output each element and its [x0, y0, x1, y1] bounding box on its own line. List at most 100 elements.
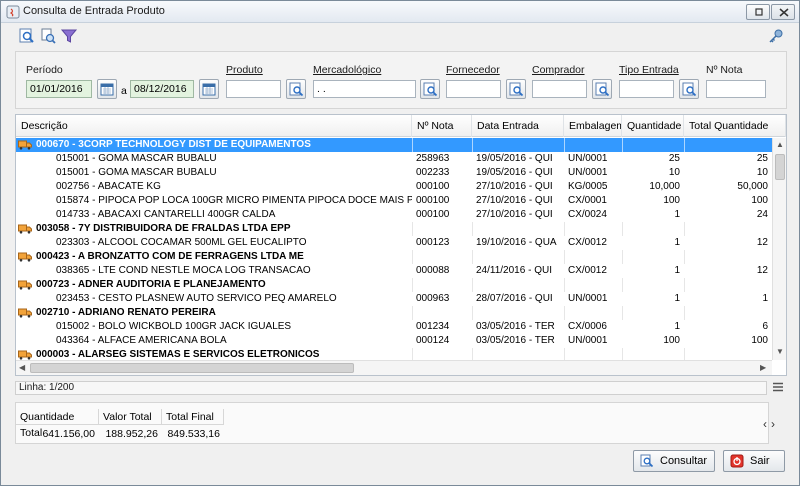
cell-nota: 002233: [416, 167, 450, 178]
horizontal-scroll-thumb[interactable]: [30, 363, 354, 373]
periodo-label: Período: [26, 64, 63, 76]
group-row[interactable]: 000670 - 3CORP TECHNOLOGY DIST DE EQUIPA…: [16, 138, 772, 152]
cell-total: 100: [751, 335, 768, 346]
comprador-label[interactable]: Comprador: [532, 64, 585, 76]
date-to-picker-button[interactable]: [199, 79, 219, 99]
chevron-left-icon[interactable]: ‹: [763, 417, 771, 431]
fornecedor-field[interactable]: [446, 80, 501, 98]
group-row-title: 000723 - ADNER AUDITORIA E PLANEJAMENTO: [36, 279, 266, 290]
produto-label[interactable]: Produto: [226, 64, 263, 76]
column-header-descricao[interactable]: Descrição: [16, 115, 412, 137]
column-header-total-quantidade[interactable]: Total Quantidade: [684, 115, 786, 137]
mercadologico-label[interactable]: Mercadológico: [313, 64, 381, 76]
column-header-quantidade[interactable]: Quantidade: [622, 115, 684, 137]
table-row[interactable]: 015002 - BOLO WICKBOLD 100GR JACK IGUALE…: [16, 320, 772, 334]
cell-emb: KG/0005: [568, 181, 608, 192]
hamburger-menu-icon[interactable]: [772, 382, 784, 392]
column-header-data-entrada[interactable]: Data Entrada: [472, 115, 564, 137]
scroll-left-icon[interactable]: ◀: [19, 363, 25, 372]
fornecedor-search-button[interactable]: [506, 79, 526, 99]
filter-icon[interactable]: [60, 27, 78, 45]
column-separator: [472, 222, 473, 236]
table-row[interactable]: 015001 - GOMA MASCAR BUBALU 002233 19/05/2…: [16, 166, 772, 180]
comprador-field[interactable]: [532, 80, 587, 98]
group-row[interactable]: 003058 - 7Y DISTRIBUIDORA DE FRALDAS LTD…: [16, 222, 772, 236]
cell-emb: CX/0024: [568, 209, 607, 220]
tipo-entrada-field[interactable]: [619, 80, 674, 98]
totals-nav[interactable]: ‹›: [763, 417, 779, 431]
table-row[interactable]: 038365 - LTE COND NESTLE MOCA LOG TRANSA…: [16, 264, 772, 278]
tipo-entrada-label[interactable]: Tipo Entrada: [619, 64, 679, 76]
table-row[interactable]: 043364 - ALFACE AMERICANA BOLA 000124 03/0…: [16, 334, 772, 348]
produto-search-button[interactable]: [286, 79, 306, 99]
table-row[interactable]: 002756 - ABACATE KG 000100 27/10/2016 - QU…: [16, 180, 772, 194]
cell-data: 27/10/2016 - QUI: [476, 195, 553, 206]
total-valor-label: Valor Total: [99, 409, 162, 425]
fornecedor-label[interactable]: Fornecedor: [446, 64, 500, 76]
column-header-embalagem[interactable]: Embalagem: [564, 115, 622, 137]
tipo-entrada-search-button[interactable]: [679, 79, 699, 99]
horizontal-scrollbar[interactable]: ◀ ▶: [16, 360, 772, 375]
main-window: Consulta de Entrada Produto Período 01/0…: [0, 0, 800, 486]
cell-qtd: 10: [668, 167, 680, 178]
date-separator: a: [121, 85, 127, 97]
comprador-search-button[interactable]: [592, 79, 612, 99]
cell-data: 27/10/2016 - QUI: [476, 181, 553, 192]
vertical-scrollbar[interactable]: ▲ ▼: [772, 138, 786, 360]
cell-qtd: 100: [663, 335, 680, 346]
group-row[interactable]: 000723 - ADNER AUDITORIA E PLANEJAMENTO: [16, 278, 772, 292]
consultar-button[interactable]: Consultar: [633, 450, 715, 472]
column-separator: [472, 278, 473, 292]
close-button[interactable]: [771, 4, 795, 20]
column-header-nota[interactable]: Nº Nota: [412, 115, 472, 137]
table-row[interactable]: 015874 - PIPOCA POP LOCA 100GR MICRO PIM…: [16, 194, 772, 208]
cell-emb: CX/0012: [568, 237, 607, 248]
search-icon: [423, 82, 438, 97]
chevron-right-icon[interactable]: ›: [771, 417, 779, 431]
column-separator: [564, 250, 565, 264]
column-separator: [412, 306, 413, 320]
filter-panel: Período 01/01/2016 a 08/12/2016 Produto …: [15, 51, 787, 109]
search-icon: [595, 82, 610, 97]
search-report-icon[interactable]: [18, 27, 36, 45]
cell-qtd: 100: [663, 195, 680, 206]
cell-qtd: 25: [668, 153, 680, 164]
table-row[interactable]: 015001 - GOMA MASCAR BUBALU 258963 19/05/2…: [16, 152, 772, 166]
mercadologico-field[interactable]: . .: [313, 80, 416, 98]
key-icon[interactable]: [767, 27, 785, 45]
total-valor-value: 188.952,26: [105, 428, 158, 440]
vertical-scroll-thumb[interactable]: [775, 154, 785, 180]
sair-button[interactable]: Sair: [723, 450, 785, 472]
column-separator: [684, 278, 685, 292]
cell-data: 03/05/2016 - TER: [476, 321, 555, 332]
cell-desc: 015001 - GOMA MASCAR BUBALU: [56, 153, 217, 164]
scroll-right-icon[interactable]: ▶: [760, 363, 766, 372]
table-row[interactable]: 023303 - ALCOOL COCAMAR 500ML GEL EUCALI…: [16, 236, 772, 250]
cell-desc: 015001 - GOMA MASCAR BUBALU: [56, 167, 217, 178]
group-row[interactable]: 002710 - ADRIANO RENATO PEREIRA: [16, 306, 772, 320]
cell-desc: 014733 - ABACAXI CANTARELLI 400GR CALDA: [56, 209, 276, 220]
table-row[interactable]: 014733 - ABACAXI CANTARELLI 400GR CALDA 0…: [16, 208, 772, 222]
produto-field[interactable]: [226, 80, 281, 98]
group-row[interactable]: 000423 - A BRONZATTO COM DE FERRAGENS LT…: [16, 250, 772, 264]
nota-field[interactable]: [706, 80, 766, 98]
cell-qtd: 1: [674, 321, 680, 332]
date-from-field[interactable]: 01/01/2016: [26, 80, 92, 98]
cell-qtd: 1: [674, 265, 680, 276]
print-preview-icon[interactable]: [39, 27, 57, 45]
date-to-field[interactable]: 08/12/2016: [130, 80, 194, 98]
cell-desc: 023453 - CESTO PLASNEW AUTO SERVICO PEQ …: [56, 293, 337, 304]
search-icon: [640, 454, 654, 468]
restore-button[interactable]: [746, 4, 770, 20]
cell-data: 19/05/2016 - QUI: [476, 153, 553, 164]
column-separator: [472, 306, 473, 320]
table-row[interactable]: 023453 - CESTO PLASNEW AUTO SERVICO PEQ …: [16, 292, 772, 306]
scroll-up-icon[interactable]: ▲: [776, 140, 784, 149]
date-from-picker-button[interactable]: [97, 79, 117, 99]
scroll-down-icon[interactable]: ▼: [776, 347, 784, 356]
calendar-icon: [202, 83, 216, 96]
group-row-title: 002710 - ADRIANO RENATO PEREIRA: [36, 307, 216, 318]
cell-emb: CX/0006: [568, 321, 607, 332]
cell-emb: CX/0012: [568, 265, 607, 276]
mercadologico-search-button[interactable]: [420, 79, 440, 99]
